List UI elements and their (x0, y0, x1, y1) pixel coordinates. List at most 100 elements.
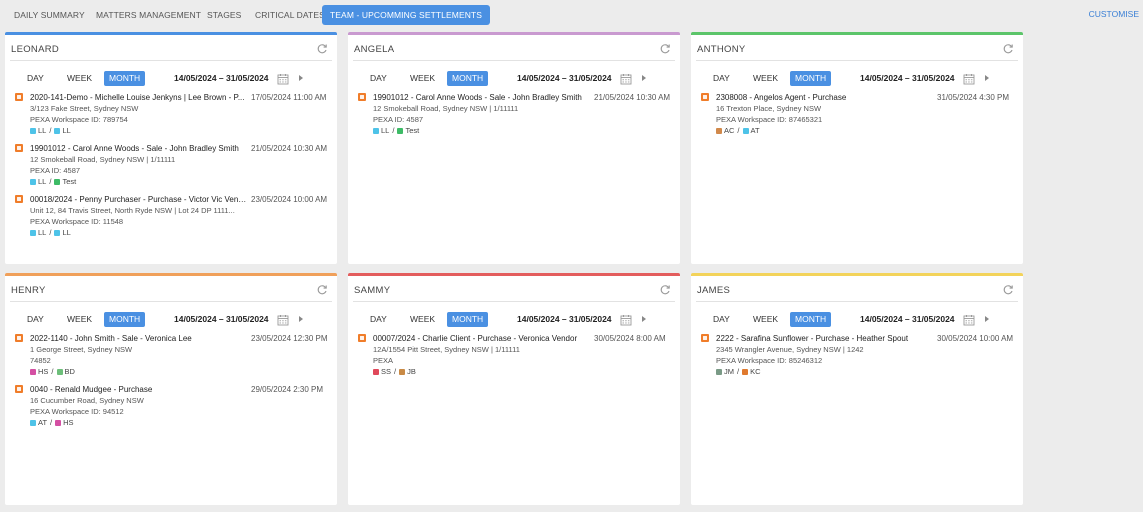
day-button[interactable]: DAY (27, 312, 44, 327)
tag-separator: / (392, 126, 395, 135)
settlement-datetime: 17/05/2024 11:00 AM (251, 93, 327, 102)
settlement-item[interactable]: 19901012 - Carol Anne Woods - Sale - Joh… (358, 92, 680, 136)
settlement-item[interactable]: 00018/2024 - Penny Purchaser - Purchase … (15, 194, 337, 238)
calendar-icon[interactable] (620, 72, 632, 85)
customise-link[interactable]: CUSTOMISE (1089, 9, 1139, 19)
staff-tag-code: BD (64, 367, 75, 376)
settlement-datetime: 31/05/2024 4:30 PM (937, 93, 1010, 102)
tag-color-square (373, 368, 379, 375)
refresh-icon[interactable] (659, 283, 671, 295)
matter-detail-line: PEXA Workspace ID: 789754 (30, 115, 128, 124)
staff-tag-code: LL (38, 228, 47, 237)
date-range: 14/05/2024 – 31/05/2024 (860, 73, 955, 83)
matter-icon (701, 334, 709, 342)
settlement-list: 2308008 - Angelos Agent - Purchase 31/05/… (691, 92, 1023, 136)
next-arrow-icon[interactable] (985, 75, 989, 81)
tab-daily-summary[interactable]: DAILY SUMMARY (14, 5, 85, 25)
matter-icon (15, 334, 23, 342)
calendar-icon[interactable] (277, 313, 289, 326)
day-button[interactable]: DAY (370, 71, 387, 86)
tag-separator: / (50, 418, 53, 427)
month-button[interactable]: MONTH (447, 71, 489, 86)
tab-stages[interactable]: STAGES (207, 5, 241, 25)
refresh-icon[interactable] (316, 283, 328, 295)
week-button[interactable]: WEEK (410, 71, 435, 86)
settlement-item[interactable]: 19901012 - Carol Anne Woods - Sale - Joh… (15, 143, 337, 187)
tag-separator: / (51, 367, 54, 376)
settlement-item[interactable]: 2308008 - Angelos Agent - Purchase 31/05/… (701, 92, 1023, 136)
matter-detail-line: 12A/1554 Pitt Street, Sydney NSW | 1/111… (373, 345, 520, 354)
settlement-list: 2022-1140 - John Smith - Sale - Veronica… (5, 333, 337, 428)
settlement-item[interactable]: 2022-1140 - John Smith - Sale - Veronica… (15, 333, 337, 377)
tag-color-square (399, 368, 406, 375)
settlement-list: 2020-141-Demo - Michelle Louise Jenkyns … (5, 92, 337, 238)
refresh-icon[interactable] (1002, 283, 1014, 295)
day-button[interactable]: DAY (713, 312, 730, 327)
card-title: HENRY (11, 285, 46, 296)
next-arrow-icon[interactable] (985, 316, 989, 322)
settlement-datetime: 23/05/2024 12:30 PM (251, 334, 328, 343)
tab-team-upcoming-settlements[interactable]: TEAM - UPCOMMING SETTLEMENTS (322, 5, 491, 25)
month-button[interactable]: MONTH (790, 312, 832, 327)
tag-color-square (56, 368, 63, 375)
month-button[interactable]: MONTH (104, 312, 146, 327)
next-arrow-icon[interactable] (642, 75, 646, 81)
tag-separator: / (49, 126, 52, 135)
matter-title: 2022-1140 - John Smith - Sale - Veronica… (30, 334, 192, 343)
staff-tag-code: LL (38, 177, 47, 186)
settlement-item[interactable]: 00007/2024 - Charlie Client - Purchase -… (358, 333, 680, 377)
month-button[interactable]: MONTH (104, 71, 146, 86)
card-header: SAMMY (353, 276, 675, 302)
month-button[interactable]: MONTH (447, 312, 489, 327)
date-controls: DAY WEEK MONTH 14/05/2024 – 31/05/2024 (691, 70, 1023, 92)
top-navigation: DAILY SUMMARY MATTERS MANAGEMENT STAGES … (0, 0, 1143, 30)
settlement-item[interactable]: 2222 - Sarafina Sunflower - Purchase - H… (701, 333, 1023, 377)
staff-tag-code: LL (38, 126, 47, 135)
week-button[interactable]: WEEK (753, 312, 778, 327)
date-range: 14/05/2024 – 31/05/2024 (517, 73, 612, 83)
next-arrow-icon[interactable] (299, 75, 303, 81)
week-button[interactable]: WEEK (410, 312, 435, 327)
calendar-icon[interactable] (277, 72, 289, 85)
date-controls: DAY WEEK MONTH 14/05/2024 – 31/05/2024 (5, 311, 337, 333)
week-button[interactable]: WEEK (67, 312, 92, 327)
refresh-icon[interactable] (659, 42, 671, 54)
matter-detail-line: 16 Cucumber Road, Sydney NSW (30, 396, 144, 405)
card-title: ANTHONY (697, 44, 746, 55)
staff-tags: HS / BD (30, 366, 352, 377)
day-button[interactable]: DAY (27, 71, 44, 86)
settlement-list: 2222 - Sarafina Sunflower - Purchase - H… (691, 333, 1023, 377)
tag-color-square (397, 127, 404, 134)
tag-separator: / (394, 367, 397, 376)
tab-critical-dates[interactable]: CRITICAL DATES (255, 5, 325, 25)
matter-detail-line: PEXA ID: 4587 (30, 166, 81, 175)
refresh-icon[interactable] (1002, 42, 1014, 54)
tab-matters-management[interactable]: MATTERS MANAGEMENT (96, 5, 201, 25)
month-button[interactable]: MONTH (790, 71, 832, 86)
matter-title: 00018/2024 - Penny Purchaser - Purchase … (30, 195, 247, 204)
week-button[interactable]: WEEK (67, 71, 92, 86)
week-button[interactable]: WEEK (753, 71, 778, 86)
matter-icon (15, 195, 23, 203)
next-arrow-icon[interactable] (299, 316, 303, 322)
team-member-card: ANTHONY DAY WEEK MONTH 14/05/2024 – 31/05/20… (691, 32, 1023, 264)
settlement-list: 00007/2024 - Charlie Client - Purchase -… (348, 333, 680, 377)
matter-icon (15, 385, 23, 393)
calendar-icon[interactable] (620, 313, 632, 326)
calendar-icon[interactable] (963, 72, 975, 85)
tag-color-square (30, 178, 36, 185)
refresh-icon[interactable] (316, 42, 328, 54)
next-arrow-icon[interactable] (642, 316, 646, 322)
day-button[interactable]: DAY (370, 312, 387, 327)
date-controls: DAY WEEK MONTH 14/05/2024 – 31/05/2024 (348, 311, 680, 333)
matter-detail-line: 1 George Street, Sydney NSW (30, 345, 133, 354)
day-button[interactable]: DAY (713, 71, 730, 86)
settlement-item[interactable]: 2020-141-Demo - Michelle Louise Jenkyns … (15, 92, 337, 136)
settlement-item[interactable]: 0040 - Renald Mudgee - Purchase 29/05/202… (15, 384, 337, 428)
date-controls: DAY WEEK MONTH 14/05/2024 – 31/05/2024 (348, 70, 680, 92)
calendar-icon[interactable] (963, 313, 975, 326)
tag-separator: / (49, 228, 52, 237)
staff-tag-code: JB (407, 367, 416, 376)
matter-detail-line: 12 Smokeball Road, Sydney NSW | 1/11111 (30, 155, 176, 164)
matter-title: 00007/2024 - Charlie Client - Purchase -… (373, 334, 578, 343)
